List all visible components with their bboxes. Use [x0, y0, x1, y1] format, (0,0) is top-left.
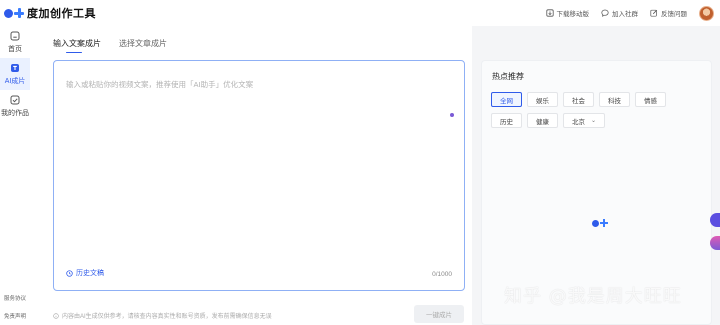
main-panel: 输入文案成片 选择文章成片 输入或粘贴你的视频文案，推荐使用「AI助手」优化文案…	[30, 26, 472, 325]
terms-link[interactable]: 服务协议	[0, 294, 30, 302]
logo-icon	[4, 8, 24, 18]
category-chips: 全网 娱乐 社会 科技 情感 历史 健康 北京 ⌄	[491, 92, 691, 134]
mode-tabs: 输入文案成片 选择文章成片	[53, 38, 185, 53]
editor-placeholder: 输入或粘贴你的视频文案，推荐使用「AI助手」优化文案	[66, 80, 254, 89]
left-sidebar: 首页 AI成片 我的作品 服务协议 免责声明	[0, 26, 30, 325]
float-assistant-button[interactable]	[710, 213, 720, 227]
region-select[interactable]: 北京 ⌄	[563, 113, 606, 128]
script-editor[interactable]: 输入或粘贴你的视频文案，推荐使用「AI助手」优化文案 历史文稿 0/1000	[53, 60, 465, 291]
download-mobile-label: 下载移动版	[556, 11, 590, 18]
info-icon	[53, 312, 59, 319]
tab-select-article[interactable]: 选择文章成片	[119, 38, 167, 53]
history-drafts-label: 历史文稿	[76, 270, 104, 277]
home-icon	[10, 31, 21, 42]
chip-society[interactable]: 社会	[563, 92, 594, 107]
sidebar-item-label: 我的作品	[1, 109, 29, 117]
hot-topics-title: 热点推荐	[492, 72, 524, 81]
feedback-button[interactable]: 反馈问题	[650, 8, 687, 18]
ai-disclaimer: 内容由AI生成仅供参考，请核查内容真实性和账号资质，发布前需确保信息无误	[53, 311, 272, 320]
chip-emotion[interactable]: 情感	[635, 92, 666, 107]
hot-topics-panel: 热点推荐 全网 娱乐 社会 科技 情感 历史 健康 北京 ⌄	[481, 60, 712, 325]
loading-logo-icon	[592, 219, 608, 227]
feedback-icon	[650, 9, 658, 17]
clock-icon	[66, 269, 73, 277]
app-name: 度加创作工具	[27, 8, 96, 20]
ai-assistant-dot[interactable]	[450, 113, 454, 117]
top-header: 度加创作工具 下载移动版 加入社群 反馈问题	[0, 0, 720, 26]
tab-input-script[interactable]: 输入文案成片	[53, 38, 101, 53]
join-community-button[interactable]: 加入社群	[601, 8, 638, 18]
chip-tech[interactable]: 科技	[599, 92, 630, 107]
history-drafts-button[interactable]: 历史文稿	[66, 268, 104, 278]
download-icon	[545, 9, 554, 17]
join-community-label: 加入社群	[612, 11, 638, 18]
sidebar-item-label: AI成片	[4, 77, 26, 85]
generate-video-button[interactable]: 一键成片	[414, 305, 464, 323]
chat-icon	[601, 9, 609, 17]
disclaimer-text: 内容由AI生成仅供参考，请核查内容真实性和账号资质，发布前需确保信息无误	[62, 314, 272, 320]
chevron-down-icon: ⌄	[591, 118, 597, 124]
header-actions: 下载移动版 加入社群 反馈问题	[534, 5, 714, 21]
chip-health[interactable]: 健康	[527, 113, 558, 128]
char-counter: 0/1000	[432, 271, 452, 278]
float-tool-button[interactable]	[710, 236, 720, 250]
sidebar-item-my-works[interactable]: 我的作品	[0, 90, 30, 122]
user-avatar[interactable]	[699, 5, 714, 21]
sidebar-item-ai-video[interactable]: AI成片	[0, 58, 30, 90]
app-logo[interactable]: 度加创作工具	[4, 5, 96, 21]
region-select-value: 北京	[572, 118, 585, 126]
chip-entertainment[interactable]: 娱乐	[527, 92, 558, 107]
sidebar-item-home[interactable]: 首页	[0, 26, 30, 58]
disclaimer-link[interactable]: 免责声明	[0, 312, 30, 320]
ai-video-icon	[10, 63, 21, 74]
chip-all[interactable]: 全网	[491, 92, 522, 107]
works-icon	[10, 95, 21, 106]
chip-history[interactable]: 历史	[491, 113, 522, 128]
feedback-label: 反馈问题	[661, 11, 687, 18]
sidebar-item-label: 首页	[8, 45, 22, 53]
download-mobile-button[interactable]: 下载移动版	[545, 8, 590, 18]
